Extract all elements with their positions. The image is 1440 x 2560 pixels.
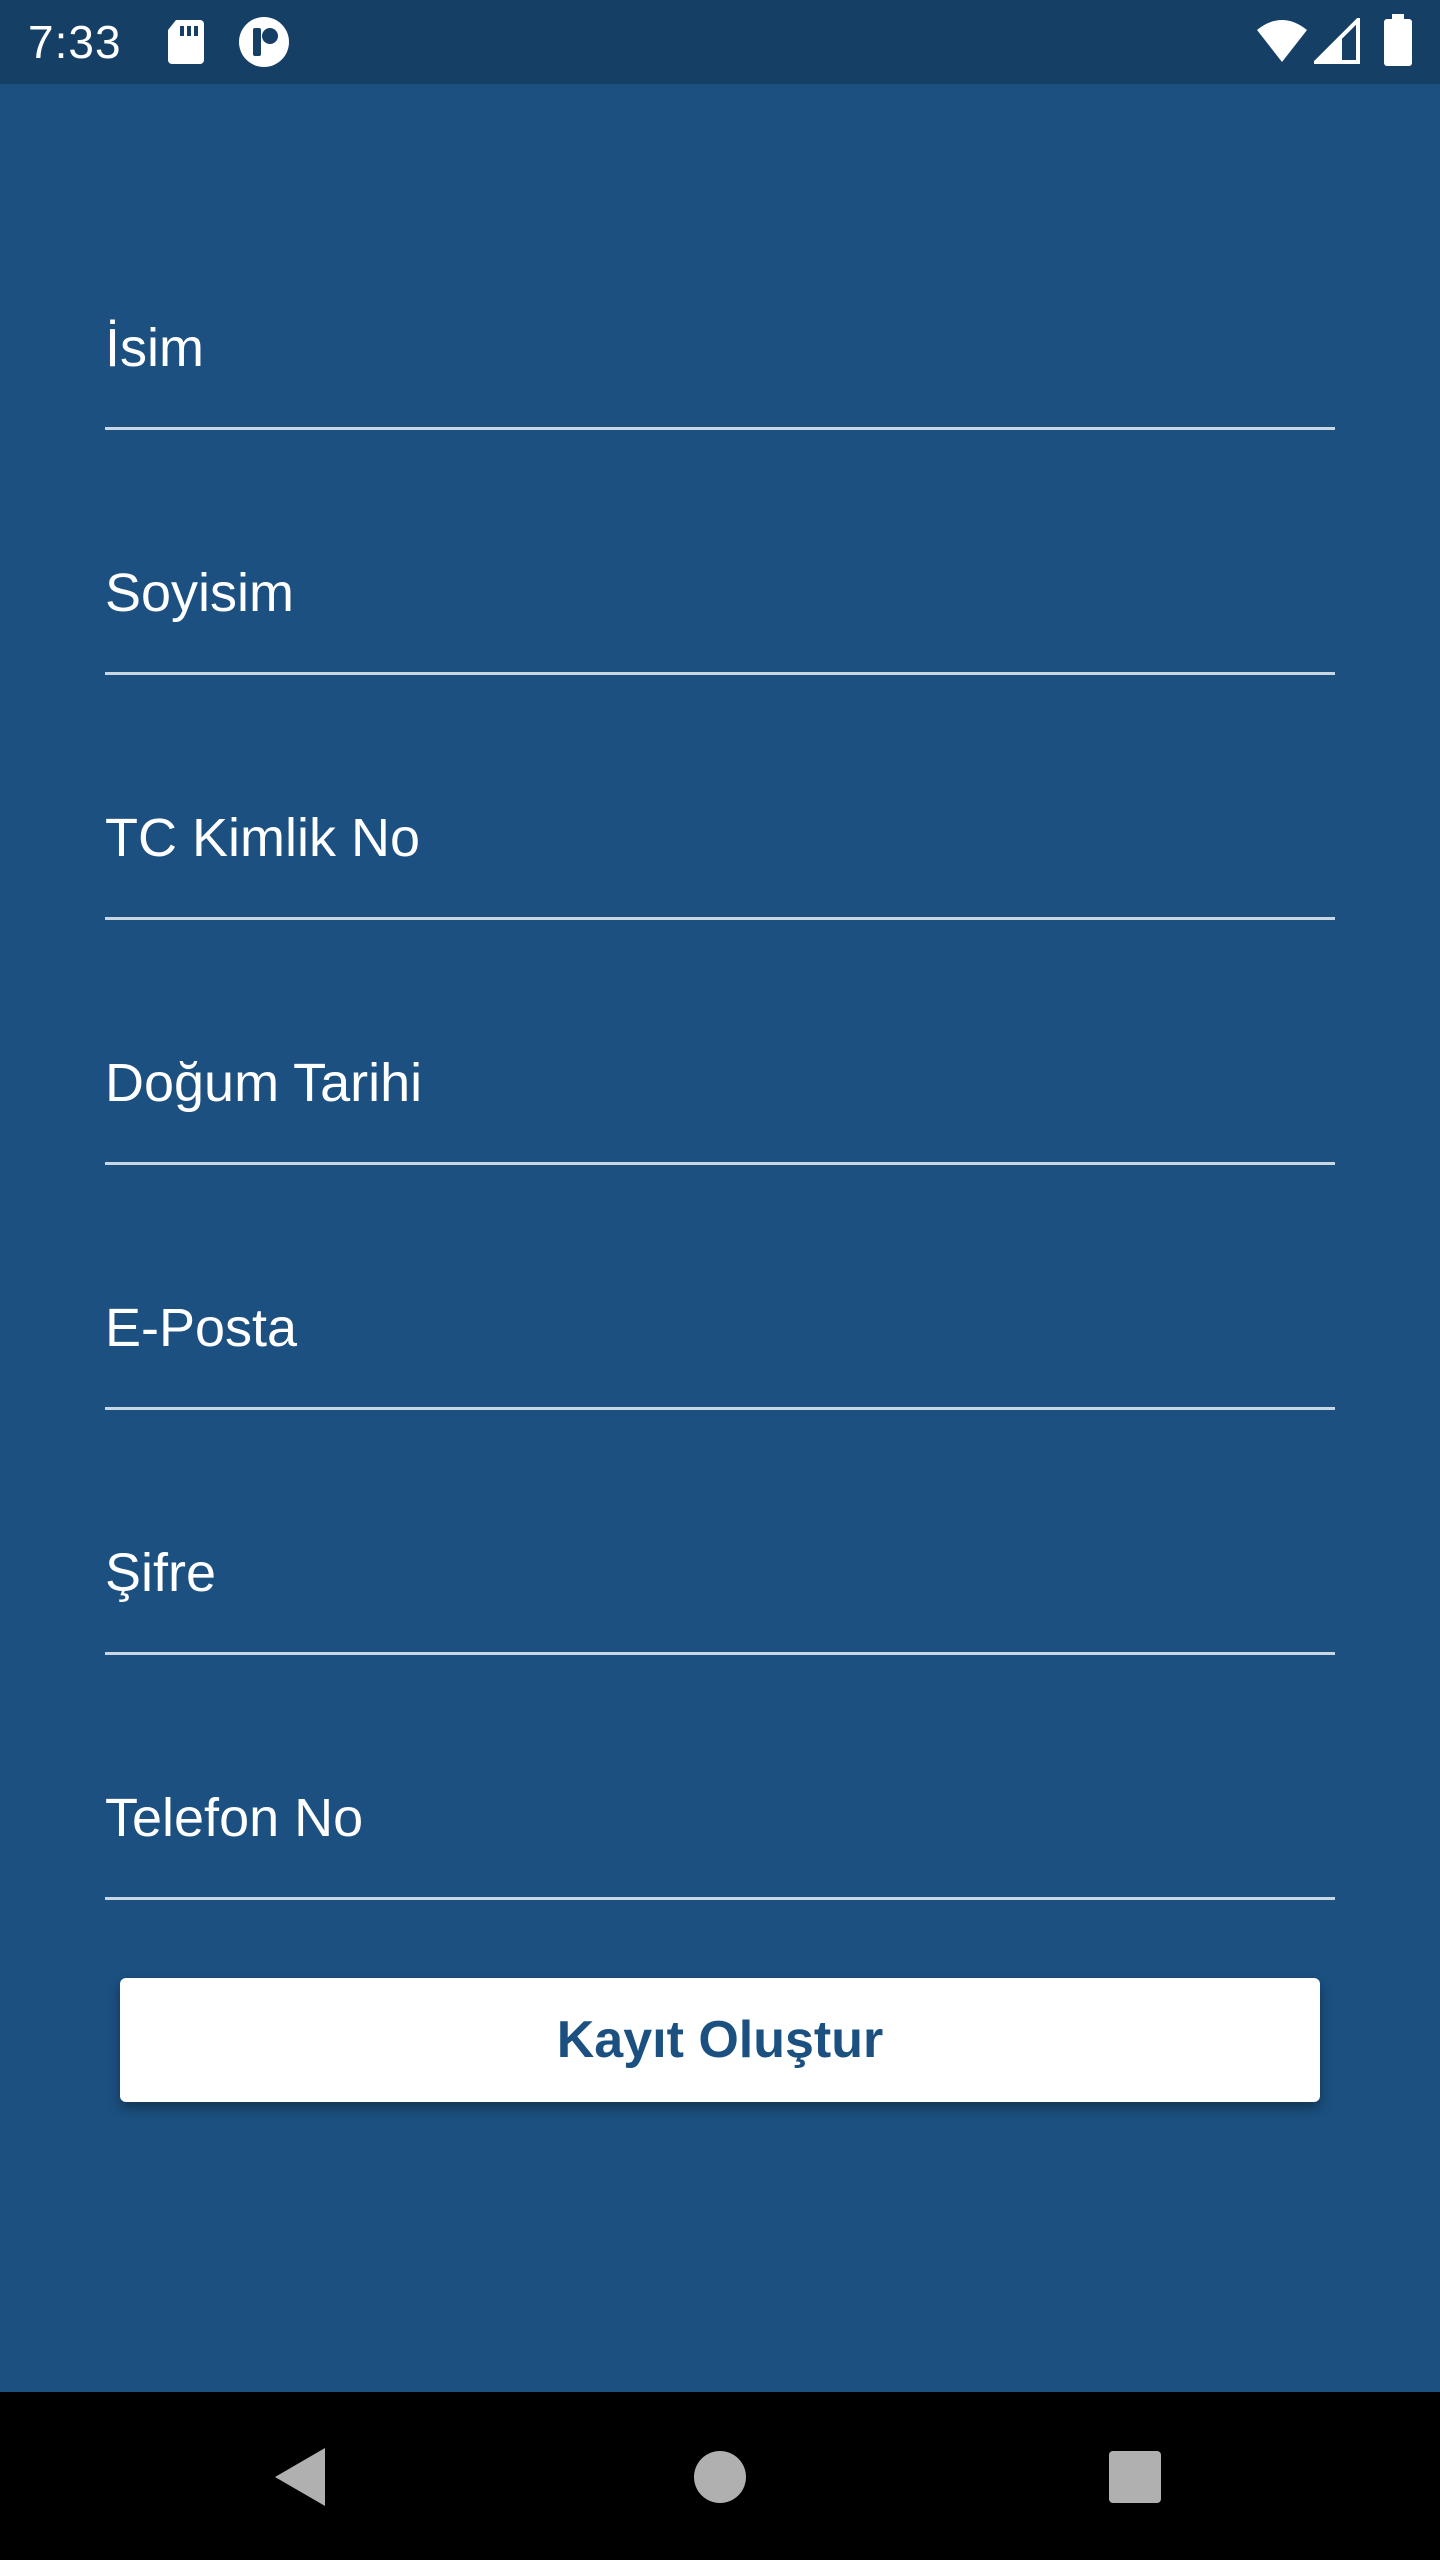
status-bar: 7:33	[0, 0, 1440, 84]
cell-signal-icon	[1311, 15, 1360, 69]
birth-date-field[interactable]: Doğum Tarihi	[105, 922, 1335, 1167]
sd-card-icon	[166, 18, 206, 71]
email-field-label: E-Posta	[105, 1298, 298, 1358]
create-account-button[interactable]: Kayıt Oluştur	[120, 1978, 1320, 2102]
surname-field[interactable]: Soyisim	[105, 432, 1335, 677]
birth-date-field-underline	[105, 1162, 1335, 1165]
password-field[interactable]: Şifre	[105, 1412, 1335, 1657]
surname-input[interactable]	[105, 432, 1335, 672]
phone-field-label: Telefon No	[105, 1788, 364, 1848]
phone-field[interactable]: Telefon No	[105, 1657, 1335, 1902]
status-time: 7:33	[28, 16, 122, 68]
tc-id-field-underline	[105, 917, 1335, 920]
registration-form: İsim Soyisim TC Kimlik No Doğum Tarihi E…	[0, 84, 1440, 2392]
tc-id-field[interactable]: TC Kimlik No	[105, 677, 1335, 922]
navigation-bar	[0, 2392, 1440, 2560]
app-notification-icon	[238, 16, 290, 73]
name-field-underline	[105, 427, 1335, 430]
birth-date-input[interactable]	[105, 922, 1335, 1162]
name-field-label: İsim	[105, 318, 204, 378]
password-field-underline	[105, 1652, 1335, 1655]
name-field[interactable]: İsim	[105, 187, 1335, 432]
tc-id-input[interactable]	[105, 677, 1335, 917]
surname-field-label: Soyisim	[105, 563, 295, 623]
wifi-icon	[1256, 18, 1308, 69]
phone-field-underline	[105, 1897, 1335, 1900]
password-field-label: Şifre	[105, 1543, 217, 1603]
birth-date-field-label: Doğum Tarihi	[105, 1053, 423, 1113]
back-icon[interactable]	[255, 2432, 345, 2522]
phone-input[interactable]	[105, 1657, 1335, 1897]
surname-field-underline	[105, 672, 1335, 675]
email-field[interactable]: E-Posta	[105, 1167, 1335, 1412]
name-input[interactable]	[105, 187, 1335, 427]
recents-icon[interactable]	[1090, 2432, 1180, 2522]
email-input[interactable]	[105, 1167, 1335, 1407]
home-icon[interactable]	[675, 2432, 765, 2522]
battery-icon	[1384, 14, 1412, 71]
email-field-underline	[105, 1407, 1335, 1410]
password-input[interactable]	[105, 1412, 1335, 1652]
tc-id-field-label: TC Kimlik No	[105, 808, 421, 868]
